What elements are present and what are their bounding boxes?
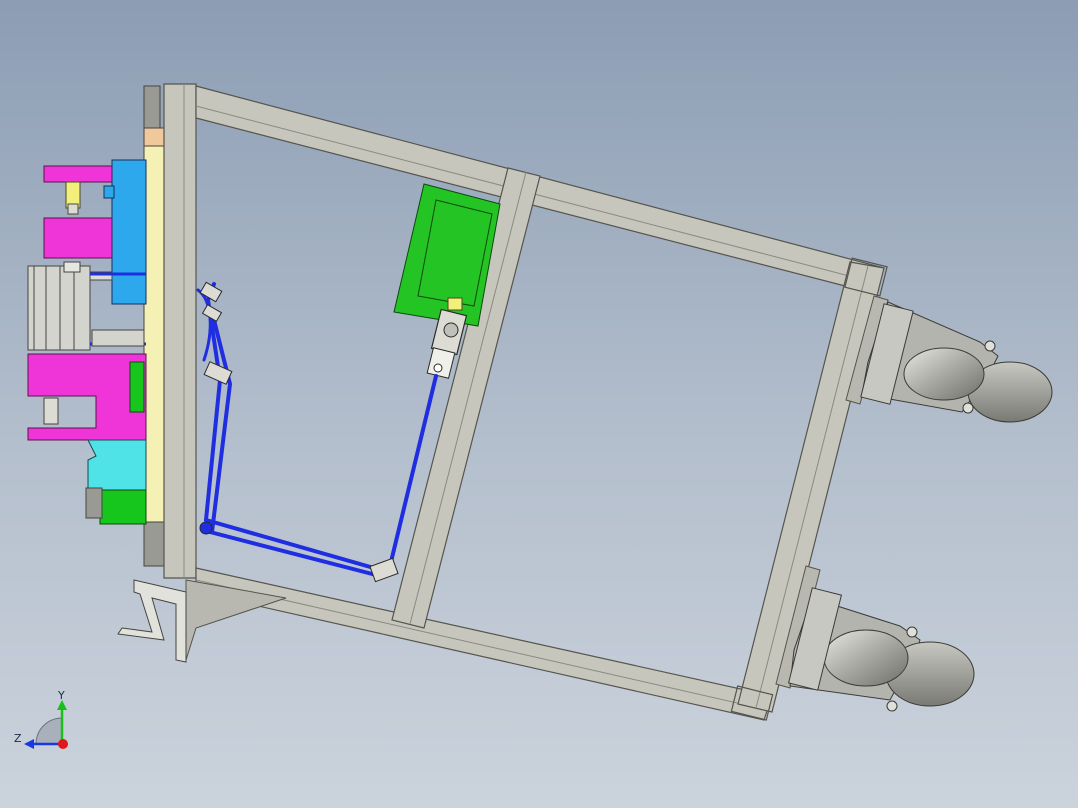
caster-bolt-lower-b [886, 700, 898, 712]
valve-base [426, 347, 456, 379]
cyan-clamp-block [111, 159, 147, 305]
grey-pin-lower [43, 397, 59, 425]
fitting-upper-b [201, 303, 223, 323]
magenta-clamp-top [43, 165, 113, 183]
caster-bolt-upper-b [962, 402, 974, 414]
fitting-upper-a [199, 281, 223, 303]
grey-locator-stub [85, 487, 103, 519]
assembly-model[interactable]: Y Z [0, 0, 1078, 808]
cart-frame [117, 83, 889, 721]
orange-spacer [143, 127, 165, 147]
magenta-clamp-lower [27, 353, 147, 441]
magenta-clamp-body [43, 217, 113, 259]
triad-z-label: Z [14, 732, 22, 745]
triad-z-arrow-icon [24, 739, 34, 749]
angle-foot [117, 579, 187, 663]
fitting-lower-a [199, 521, 213, 535]
valve-port [433, 363, 443, 373]
caster-bolt-upper-a [984, 340, 996, 352]
frame-top-rail [195, 85, 885, 295]
fixture-assembly [27, 85, 167, 567]
cylinder-bracket [91, 329, 145, 347]
bottom-spacer [143, 521, 165, 567]
green-locator-block [99, 489, 147, 525]
pneumatic-cylinder [27, 265, 91, 351]
caster-hub-upper [903, 347, 985, 401]
caster-bolt-lower-a [906, 626, 918, 638]
frame-bottom-rail [195, 567, 773, 721]
tube-elbow-to-post-a [204, 518, 390, 574]
caster-hub-lower [823, 629, 909, 687]
cyan-clamp-face [103, 185, 115, 199]
cylinder-fitting [63, 261, 81, 273]
valve-knob [443, 322, 459, 338]
caster-wheel-upper [860, 301, 1053, 423]
fitting-mid [203, 361, 233, 385]
valve-connector [447, 297, 463, 311]
fitting-lower-elbow [369, 557, 399, 583]
yellow-pin-top-base [67, 203, 79, 215]
cad-viewport[interactable]: Y Z [0, 0, 1078, 808]
air-tubing [196, 282, 438, 578]
coordinate-triad[interactable]: Y Z [14, 689, 68, 749]
triad-arc-icon [35, 717, 63, 745]
caster-wheel-lower [787, 587, 975, 712]
tube-elbow-to-post-b [208, 530, 382, 578]
triad-x-axis-dot [58, 739, 68, 749]
frame-left-post [163, 83, 197, 579]
triad-y-label: Y [57, 689, 65, 702]
mounting-plate [143, 145, 167, 523]
light-cyan-block [87, 439, 147, 493]
green-side-block [129, 361, 145, 413]
